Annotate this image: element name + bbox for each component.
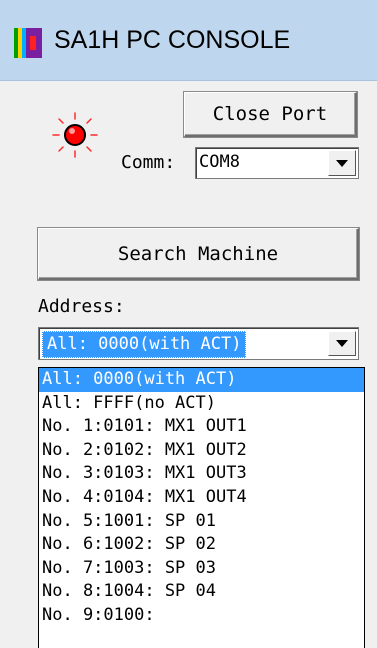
comm-port-value: COM8 xyxy=(199,152,240,172)
list-item[interactable]: No. 9:0100: xyxy=(39,604,364,628)
app-icon xyxy=(14,28,42,58)
list-item[interactable]: No. 8:1004: SP 04 xyxy=(39,580,364,604)
list-item[interactable]: No. 6:1002: SP 02 xyxy=(39,533,364,557)
address-dropdown-button[interactable] xyxy=(328,331,356,356)
list-item[interactable]: All: FFFF(no ACT) xyxy=(39,392,364,416)
address-select[interactable]: All: 0000(with ACT) xyxy=(38,327,359,360)
list-item[interactable]: No. 7:1003: SP 03 xyxy=(39,557,364,581)
list-item[interactable]: No. 4:0104: MX1 OUT4 xyxy=(39,486,364,510)
chevron-down-icon xyxy=(336,340,348,347)
list-item[interactable]: No. 2:0102: MX1 OUT2 xyxy=(39,439,364,463)
chevron-down-icon xyxy=(336,159,348,167)
list-item[interactable]: No. 3:0103: MX1 OUT3 xyxy=(39,462,364,486)
address-dropdown-list[interactable]: All: 0000(with ACT) All: FFFF(no ACT) No… xyxy=(38,367,365,648)
address-selected-value: All: 0000(with ACT) xyxy=(42,331,247,358)
status-led-icon xyxy=(52,112,98,158)
comm-port-select[interactable]: COM8 xyxy=(195,147,359,179)
comm-dropdown-button[interactable] xyxy=(328,150,356,176)
window-title: SA1H PC CONSOLE xyxy=(54,26,291,54)
close-port-button[interactable]: Close Port xyxy=(184,92,357,137)
list-item[interactable]: All: 0000(with ACT) xyxy=(39,368,364,392)
address-label: Address: xyxy=(38,296,125,317)
list-item[interactable]: No. 1:0101: MX1 OUT1 xyxy=(39,415,364,439)
title-bar[interactable]: SA1H PC CONSOLE xyxy=(0,0,377,81)
search-machine-button[interactable]: Search Machine xyxy=(38,228,359,280)
list-item[interactable]: No. 5:1001: SP 01 xyxy=(39,510,364,534)
comm-label: Comm: xyxy=(121,152,176,173)
